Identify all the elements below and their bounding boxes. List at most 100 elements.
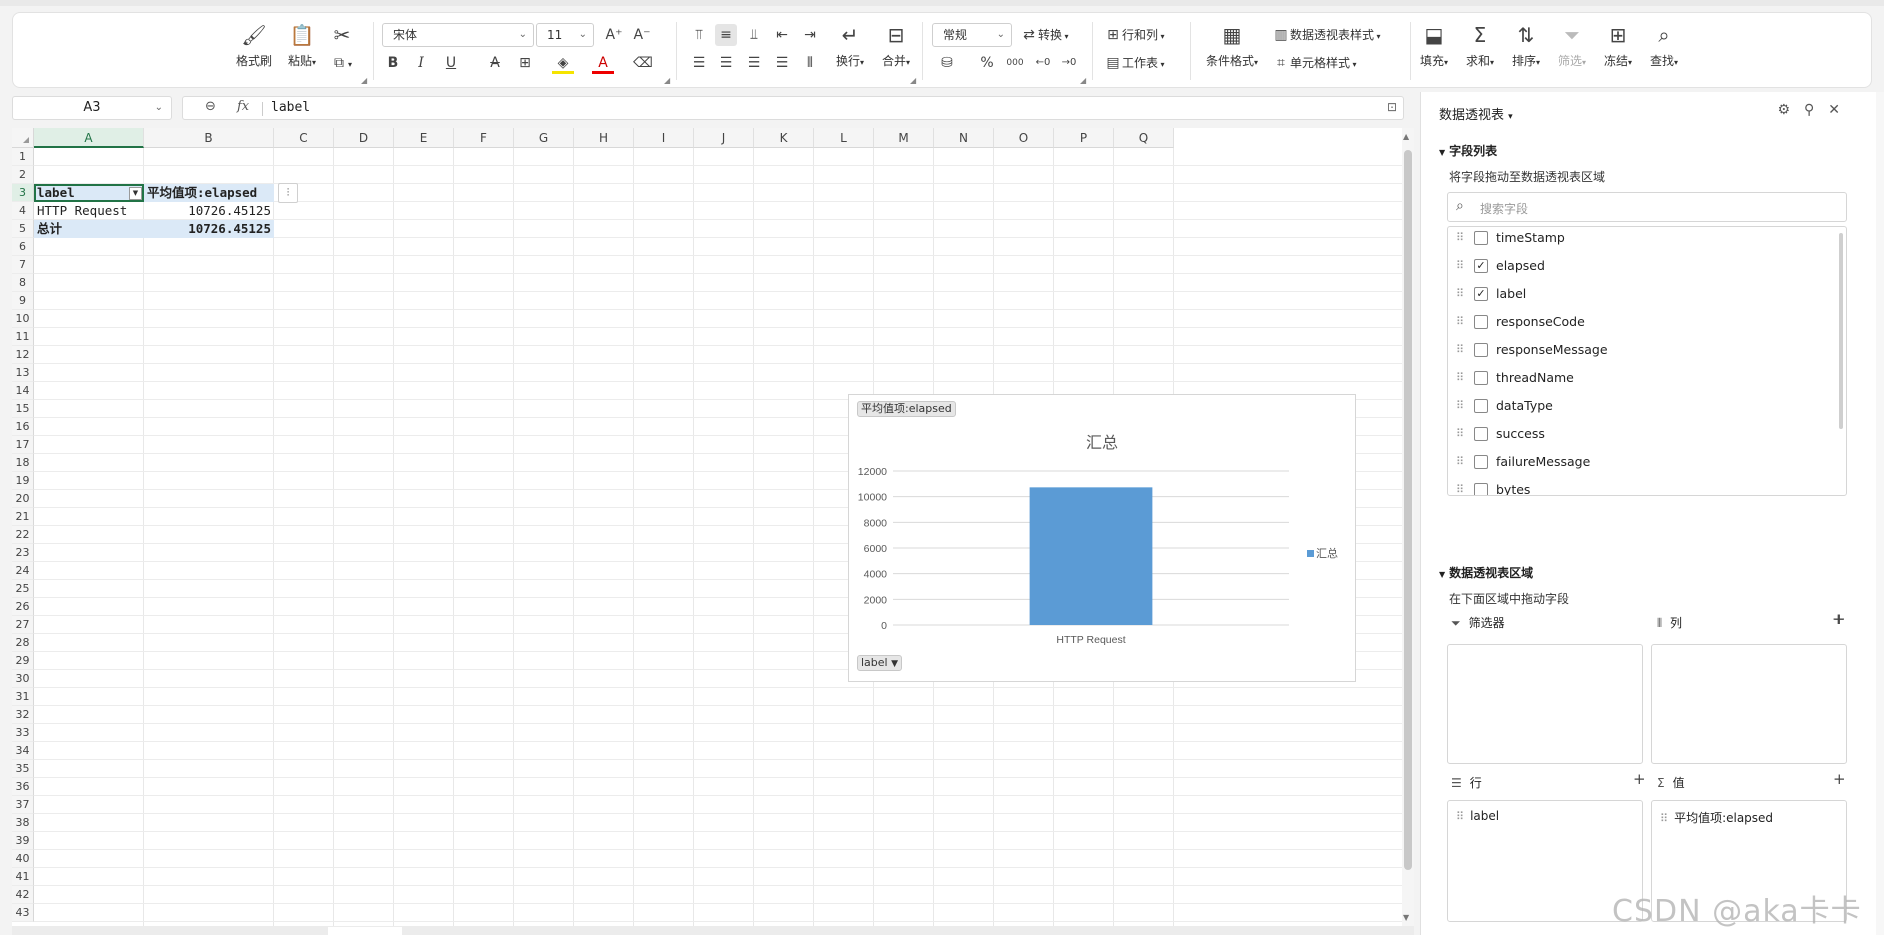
field-list-scrollbar[interactable] [1839,233,1843,429]
drag-handle-icon[interactable]: ⠿ [1456,392,1464,420]
column-header[interactable]: I [634,128,694,148]
font-color-button[interactable]: A [592,52,614,74]
drag-handle-icon[interactable]: ⠿ [1456,448,1464,476]
row-header[interactable]: 32 [12,706,34,724]
pivot-value-header-cell[interactable]: 平均值项:elapsed [144,184,274,202]
close-icon[interactable]: ✕ [1828,102,1854,118]
scrollbar-thumb[interactable] [1404,150,1412,870]
pivot-style-button[interactable]: ▥ 数据透视表样式 ▾ [1272,24,1380,46]
drag-handle-icon[interactable]: ⠿ [1456,252,1464,280]
pin-icon[interactable]: ⚲ [1804,102,1828,118]
column-header[interactable]: C [274,128,334,148]
chart-bar[interactable] [1029,487,1153,625]
add-column-icon[interactable]: + [1832,610,1845,628]
convert-button[interactable]: ⇄ 转换 ▾ [1020,24,1068,46]
row-col-button[interactable]: ⊞ 行和列 ▾ [1104,24,1164,46]
sheet-tab-active[interactable] [328,927,402,935]
field-checkbox[interactable]: ✓ [1474,287,1488,301]
column-header[interactable]: M [874,128,934,148]
filter-button[interactable]: ⏷ 筛选▾ [1548,20,1596,76]
row-header[interactable]: 14 [12,382,34,400]
pivot-row-value-cell[interactable]: 10726.45125 [144,202,274,220]
row-header[interactable]: 25 [12,580,34,598]
column-header[interactable]: Q [1114,128,1174,148]
row-header[interactable]: 11 [12,328,34,346]
drag-handle-icon[interactable]: ⠿ [1660,812,1668,825]
row-header[interactable]: 43 [12,904,34,922]
name-box[interactable]: A3 ⌄ [12,96,172,120]
sort-button[interactable]: ⇅ 排序▾ [1502,20,1550,76]
bold-button[interactable]: B [382,52,404,74]
field-item-bytes[interactable]: ⠿ bytes [1448,476,1838,495]
column-header[interactable]: L [814,128,874,148]
column-header[interactable]: J [694,128,754,148]
row-header[interactable]: 23 [12,544,34,562]
freeze-button[interactable]: ⊞ 冻结▾ [1594,20,1642,76]
field-item-timeStamp[interactable]: ⠿ timeStamp [1448,227,1838,252]
pivot-row-label-cell[interactable]: HTTP Request [34,202,144,220]
column-header[interactable]: A [34,128,144,148]
column-drop-zone[interactable] [1651,644,1847,764]
scroll-down-icon[interactable]: ▼ [1403,913,1409,922]
drag-handle-icon[interactable]: ⠿ [1456,336,1464,364]
areas-section-title[interactable]: ▼ 数据透视表区域 [1439,564,1533,581]
field-checkbox[interactable] [1474,371,1488,385]
pivot-quick-icon[interactable]: ⫶ [278,183,298,203]
field-checkbox[interactable] [1474,455,1488,469]
row-header[interactable]: 17 [12,436,34,454]
percent-button[interactable]: % [976,52,998,74]
sum-button[interactable]: Σ 求和▾ [1456,20,1504,76]
panel-title[interactable]: 数据透视表 ▾ [1439,104,1513,123]
row-field-item[interactable]: ⠿ label [1456,809,1499,823]
field-item-responseMessage[interactable]: ⠿ responseMessage [1448,336,1838,364]
justify-icon[interactable]: ☰ [771,52,793,74]
column-header[interactable]: N [934,128,994,148]
align-bottom-icon[interactable]: ⫫ [743,24,765,46]
drag-handle-icon[interactable]: ⠿ [1456,420,1464,448]
field-search-input[interactable]: ⌕ 搜索字段 [1447,192,1847,222]
drag-handle-icon[interactable]: ⠿ [1456,308,1464,336]
find-button[interactable]: ⌕ 查找▾ [1640,20,1688,76]
column-header[interactable]: H [574,128,634,148]
align-center-icon[interactable]: ☰ [715,52,737,74]
increase-decimal-icon[interactable]: ←0 [1032,52,1054,74]
align-middle-icon[interactable]: ≡ [715,24,737,46]
filter-dropdown-icon[interactable]: ▼ [129,187,142,200]
formula-bar[interactable]: ⊖ fx label ⊡ [182,96,1404,120]
field-checkbox[interactable] [1474,315,1488,329]
pivot-chart[interactable]: 平均值项:elapsed 汇总 12000 10000 8000 6000 4000 20… [848,394,1356,682]
row-header[interactable]: 30 [12,670,34,688]
currency-icon[interactable]: ⛁ [936,52,958,74]
field-checkbox[interactable] [1474,343,1488,357]
row-header[interactable]: 27 [12,616,34,634]
font-name-select[interactable]: 宋体 ⌄ [382,23,534,47]
row-header[interactable]: 10 [12,310,34,328]
scroll-up-icon[interactable]: ▲ [1403,132,1409,141]
add-value-icon[interactable]: + [1833,770,1846,788]
row-header[interactable]: 21 [12,508,34,526]
alignment-launcher-icon[interactable]: ◢ [910,76,916,85]
field-item-dataType[interactable]: ⠿ dataType [1448,392,1838,420]
pivot-total-value-cell[interactable]: 10726.45125 [144,220,274,238]
row-header[interactable]: 19 [12,472,34,490]
expand-formula-icon[interactable]: ⊡ [1387,100,1397,114]
row-header[interactable]: 40 [12,850,34,868]
field-checkbox[interactable] [1474,399,1488,413]
font-size-select[interactable]: 11 ⌄ [536,23,594,47]
row-header[interactable]: 33 [12,724,34,742]
row-header[interactable]: 6 [12,238,34,256]
decrease-decimal-icon[interactable]: →0 [1058,52,1080,74]
field-checkbox[interactable]: ✓ [1474,259,1488,273]
row-header[interactable]: 1 [12,148,34,166]
row-header[interactable]: 2 [12,166,34,184]
field-item-label[interactable]: ⠿ ✓ label [1448,280,1838,308]
field-checkbox[interactable] [1474,483,1488,495]
font-launcher-icon[interactable]: ◢ [664,76,670,85]
vertical-scrollbar[interactable]: ▲ ▼ [1402,128,1414,926]
column-header[interactable]: O [994,128,1054,148]
distributed-icon[interactable]: ⫴ [799,52,821,74]
zoom-icon[interactable]: ⊖ [205,99,216,114]
row-header[interactable]: 29 [12,652,34,670]
field-checkbox[interactable] [1474,427,1488,441]
field-item-elapsed[interactable]: ⠿ ✓ elapsed [1448,252,1838,280]
